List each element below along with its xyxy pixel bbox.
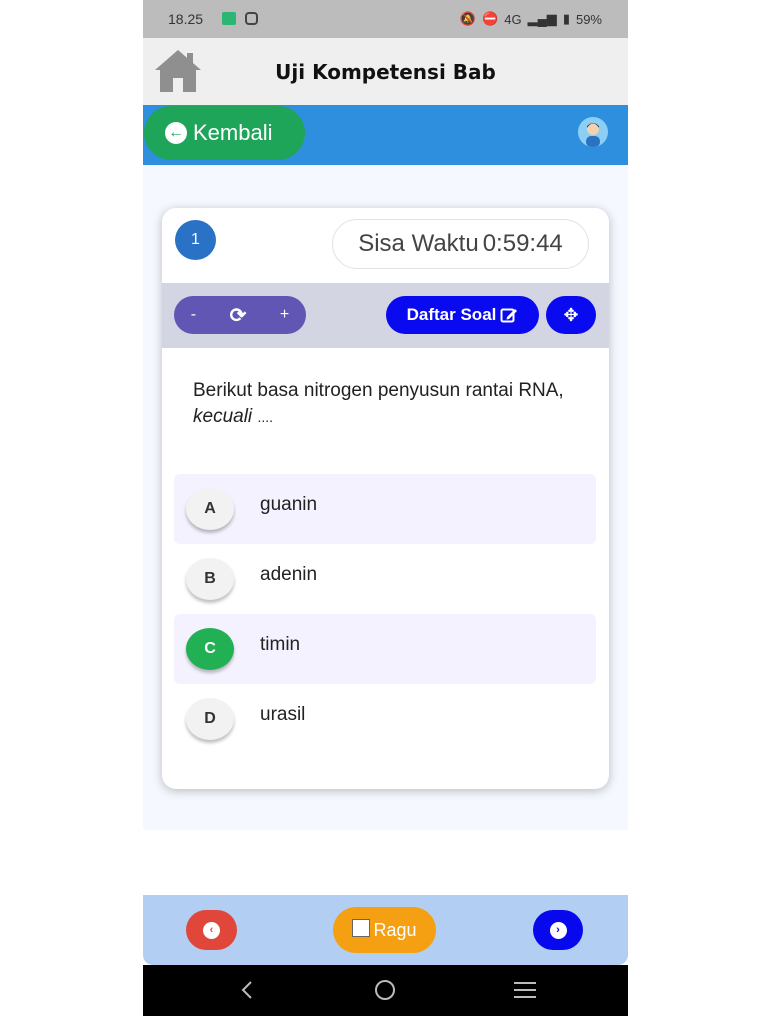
option-text: timin [260, 634, 301, 655]
page-title: Uji Kompetensi Bab [275, 60, 496, 84]
answer-options: A guanin B adenin C timin D urasil [174, 474, 596, 754]
timer: Sisa Waktu 0:59:44 [332, 219, 589, 269]
status-time: 18.25 [168, 11, 204, 27]
action-bar: ← Kembali [143, 105, 628, 165]
previous-question-button[interactable]: ‹ [186, 910, 237, 950]
bottom-navigation: ‹ Ragu › [143, 895, 628, 965]
move-button[interactable]: ✥ [546, 296, 596, 334]
option-text: adenin [260, 564, 318, 585]
status-bar: 18.25 🔕 ⛔ 4G ▂▄▆ ▮ 59% [143, 0, 628, 38]
ragu-checkbox[interactable] [352, 919, 371, 937]
battery-icon: ▮ [562, 11, 570, 26]
back-nav-icon[interactable] [241, 981, 252, 999]
chevron-right-icon: › [549, 921, 567, 939]
option-text: urasil [260, 704, 306, 725]
daftar-soal-button[interactable]: Daftar Soal [386, 296, 539, 334]
ragu-label: Ragu [373, 919, 417, 940]
battery-percent: 59% [575, 11, 602, 27]
mute-icon: 🔕 [459, 11, 477, 26]
move-arrows-icon: ✥ [563, 304, 579, 325]
app-notification-icon [222, 12, 236, 25]
back-button-label: Kembali [193, 120, 273, 145]
title-bar: Uji Kompetensi Bab [143, 38, 628, 105]
timer-value: 0:59:44 [482, 230, 563, 257]
option-letter[interactable]: B [186, 558, 234, 600]
phone-screen: 18.25 🔕 ⛔ 4G ▂▄▆ ▮ 59% Uji Kompetensi Ba… [143, 0, 628, 1016]
font-increase-button[interactable]: + [280, 306, 289, 324]
chevron-left-icon: ‹ [203, 921, 220, 939]
daftar-soal-label: Daftar Soal [406, 305, 497, 324]
user-avatar-icon [586, 123, 600, 147]
next-question-button[interactable]: › [533, 910, 583, 950]
instagram-icon [245, 12, 258, 25]
option-d[interactable]: D urasil [174, 684, 596, 754]
refresh-icon[interactable]: ⟳ [230, 303, 247, 328]
status-right: 🔕 ⛔ 4G ▂▄▆ ▮ 59% [460, 11, 602, 27]
question-text: Berikut basa nitrogen penyusun rantai RN… [193, 378, 573, 430]
option-a[interactable]: A guanin [174, 474, 596, 544]
option-letter[interactable]: D [186, 698, 234, 740]
question-emphasis: kecuali [193, 406, 253, 427]
question-suffix: .... [257, 409, 273, 425]
font-decrease-button[interactable]: - [191, 306, 196, 324]
timer-label: Sisa Waktu [358, 230, 479, 257]
ragu-toggle[interactable]: Ragu [333, 907, 436, 953]
option-letter[interactable]: A [186, 488, 234, 530]
network-type: 4G [504, 11, 522, 27]
signal-icon: ▂▄▆ [527, 11, 557, 26]
avatar[interactable] [578, 117, 608, 147]
question-toolbar: - ⟳ + Daftar Soal ✥ [162, 283, 609, 348]
recents-nav-icon[interactable] [514, 982, 536, 998]
option-c[interactable]: C timin [174, 614, 596, 684]
option-b[interactable]: B adenin [174, 544, 596, 614]
question-card: 1 Sisa Waktu 0:59:44 - ⟳ + Daftar Soal ✥ [162, 208, 609, 789]
back-button[interactable]: ← Kembali [144, 106, 305, 160]
dnd-icon: ⛔ [482, 11, 499, 26]
option-letter-selected[interactable]: C [186, 628, 234, 670]
home-nav-icon[interactable] [375, 980, 395, 1000]
edit-icon [500, 308, 518, 323]
question-number-badge: 1 [175, 220, 216, 260]
option-text: guanin [260, 494, 318, 515]
system-navigation-bar [143, 965, 628, 1016]
arrow-left-icon: ← [165, 122, 187, 144]
question-body: Berikut basa nitrogen penyusun rantai RN… [193, 380, 564, 401]
font-size-control: - ⟳ + [174, 296, 306, 334]
